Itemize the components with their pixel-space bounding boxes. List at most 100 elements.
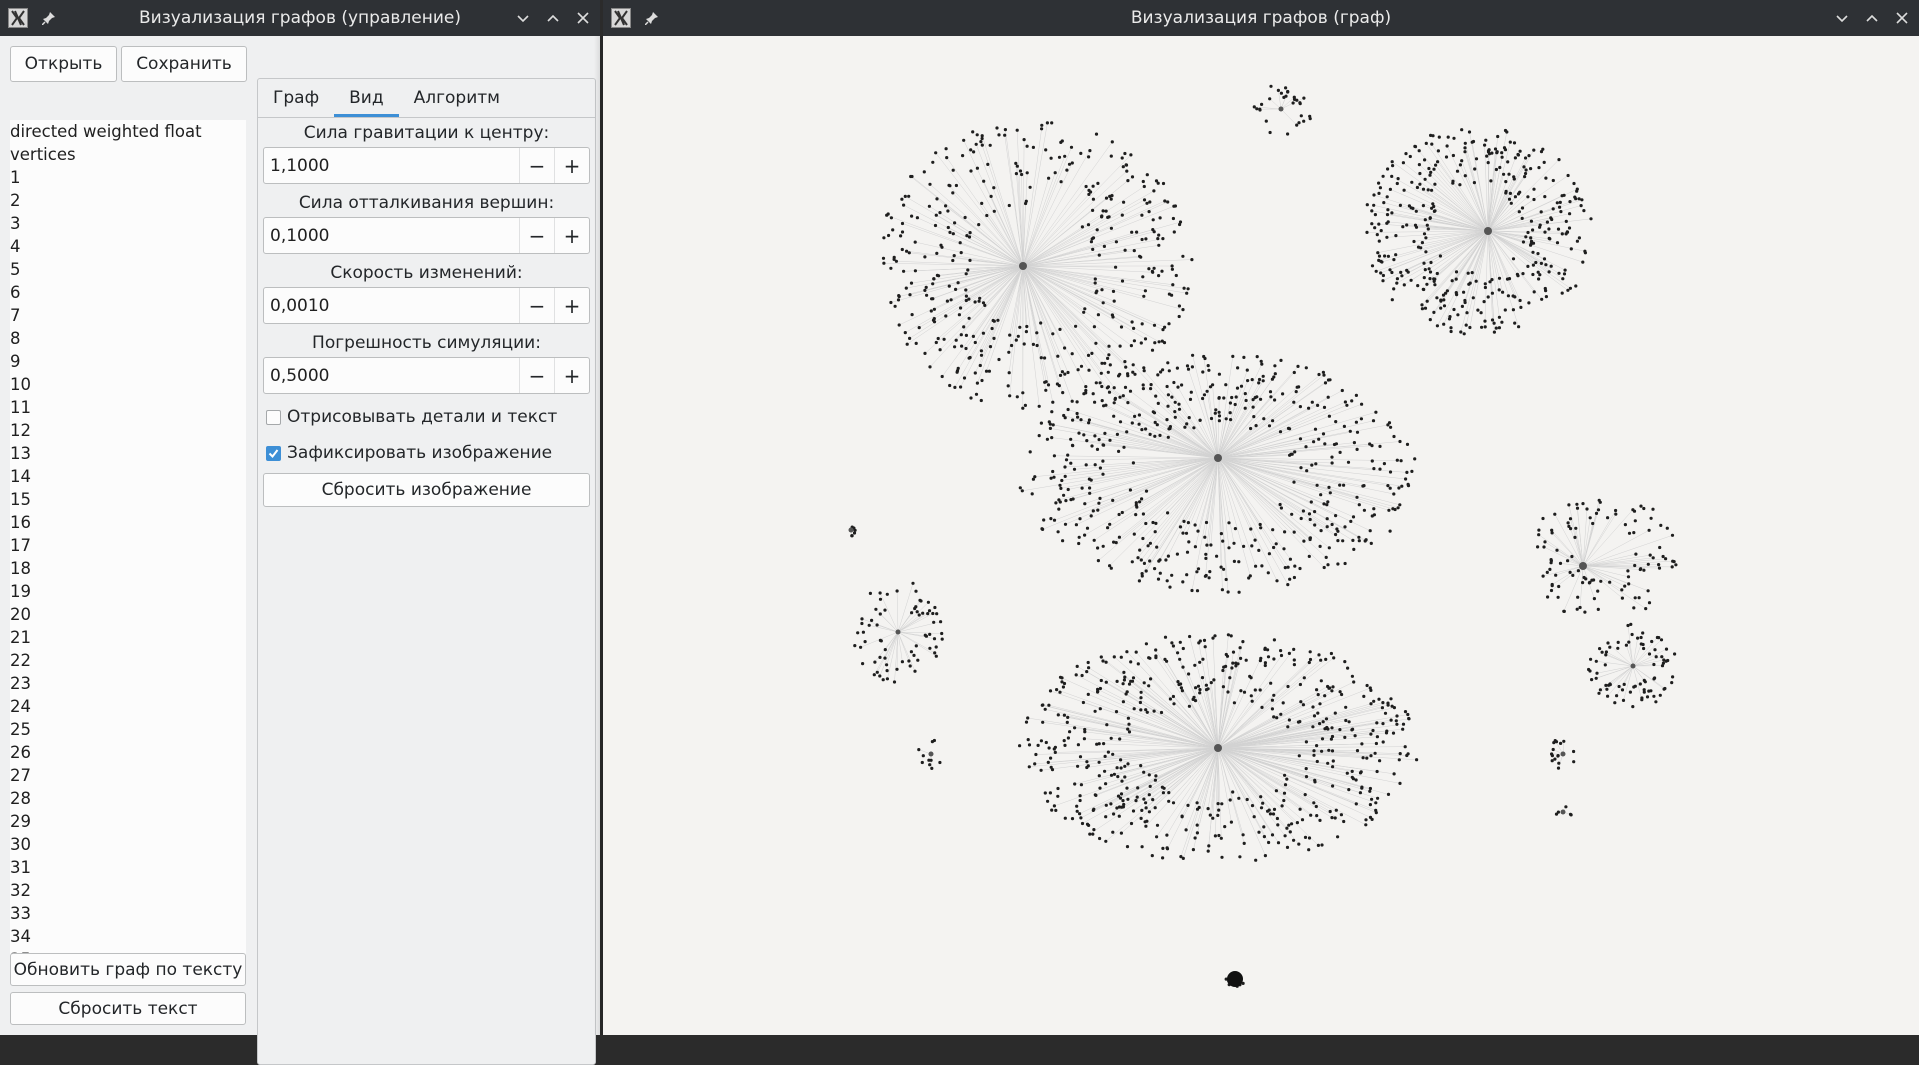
graph-node [1171,283,1174,286]
graph-node [913,607,916,610]
graph-edge [1143,458,1218,514]
graph-node [971,130,974,133]
speed-value[interactable]: 0,0010 [264,288,519,323]
update-graph-button[interactable]: Обновить граф по тексту [10,953,246,986]
graph-node [1110,774,1113,777]
speed-spinbox[interactable]: 0,0010 − + [263,287,590,324]
draw-details-checkbox[interactable]: Отрисовывать детали и текст [266,407,557,427]
freeze-image-box[interactable] [266,446,281,461]
gravity-spinbox[interactable]: 1,1000 − + [263,147,590,184]
graph-node [1236,366,1239,369]
graph-node [1284,566,1287,569]
graph-node [1110,155,1113,158]
graph-node [1174,401,1177,404]
minimize-icon[interactable] [1831,7,1853,29]
graph-node [1579,606,1582,609]
draw-details-box[interactable] [266,410,281,425]
graph-node [1504,148,1507,151]
minimize-icon[interactable] [512,7,534,29]
graph-canvas[interactable] [603,36,1919,1035]
maximize-icon[interactable] [542,7,564,29]
graph-node [1139,256,1142,259]
graph-node [1574,284,1577,287]
repulsion-value[interactable]: 0,1000 [264,218,519,253]
graph-node [1082,701,1085,704]
graph-node [1519,299,1522,302]
tab-view[interactable]: Вид [334,79,398,117]
repulsion-plus-button[interactable]: + [554,218,589,253]
error-plus-button[interactable]: + [554,358,589,393]
graph-node [939,620,942,623]
graph-node [969,231,972,234]
graph-node [1597,508,1600,511]
graph-node [1283,792,1286,795]
graph-text-editor[interactable]: directed weighted floatvertices123456789… [10,120,246,982]
graph-node [935,252,938,255]
graph-node [1051,768,1054,771]
graph-hub-node [1484,227,1492,235]
close-icon[interactable] [572,7,594,29]
graph-node [1136,796,1139,799]
tab-algorithm[interactable]: Алгоритм [399,79,515,117]
graph-node [1660,655,1663,658]
graph-node [1444,292,1447,295]
speed-minus-button[interactable]: − [519,288,554,323]
graph-node [997,133,1000,136]
graph-node [1540,150,1543,153]
graph-node [1272,694,1275,697]
graph-node [1228,676,1231,679]
graph-node [1179,525,1182,528]
graph-node [1099,687,1102,690]
graph-drawing[interactable] [603,36,1919,1035]
graph-node [1500,151,1503,154]
graph-node [991,327,994,330]
open-button[interactable]: Открыть [10,46,117,82]
graph-node [1577,569,1580,572]
repulsion-spinbox[interactable]: 0,1000 − + [263,217,590,254]
close-icon[interactable] [1891,7,1913,29]
graph-node [1052,476,1055,479]
pin-icon[interactable] [39,8,59,28]
graph-node [1100,214,1103,217]
graph-node [1218,396,1221,399]
graph-node [1343,425,1346,428]
reset-image-button[interactable]: Сбросить изображение [263,473,590,507]
graph-node [1320,843,1323,846]
graph-node [1566,289,1569,292]
graph-node [1512,257,1515,260]
reset-text-button[interactable]: Сбросить текст [10,992,246,1025]
graph-node [1110,198,1113,201]
tab-graph[interactable]: Граф [258,79,334,117]
graph-node [1094,277,1097,280]
graph-node [1021,489,1024,492]
graph-node [1279,649,1282,652]
graph-node [933,317,936,320]
graph-node [1064,499,1067,502]
graph-node [876,623,879,626]
freeze-image-checkbox[interactable]: Зафиксировать изображение [266,443,552,463]
graph-node [1117,450,1120,453]
maximize-icon[interactable] [1861,7,1883,29]
graph-node [1087,421,1090,424]
graph-node [1141,275,1144,278]
graph-node [1239,646,1242,649]
gravity-minus-button[interactable]: − [519,148,554,183]
graph-node [1648,529,1651,532]
graph-node [1378,445,1381,448]
pin-icon[interactable] [642,8,662,28]
error-minus-button[interactable]: − [519,358,554,393]
error-spinbox[interactable]: 0,5000 − + [263,357,590,394]
graph-node [918,326,921,329]
graph-node [1142,180,1145,183]
text-line: 32 [10,879,246,902]
graph-node [1386,702,1389,705]
gravity-value[interactable]: 1,1000 [264,148,519,183]
graph-node [1491,292,1494,295]
error-value[interactable]: 0,5000 [264,358,519,393]
speed-plus-button[interactable]: + [554,288,589,323]
graph-node [1243,842,1246,845]
gravity-plus-button[interactable]: + [554,148,589,183]
repulsion-minus-button[interactable]: − [519,218,554,253]
save-button[interactable]: Сохранить [121,46,247,82]
graph-node [1147,684,1150,687]
